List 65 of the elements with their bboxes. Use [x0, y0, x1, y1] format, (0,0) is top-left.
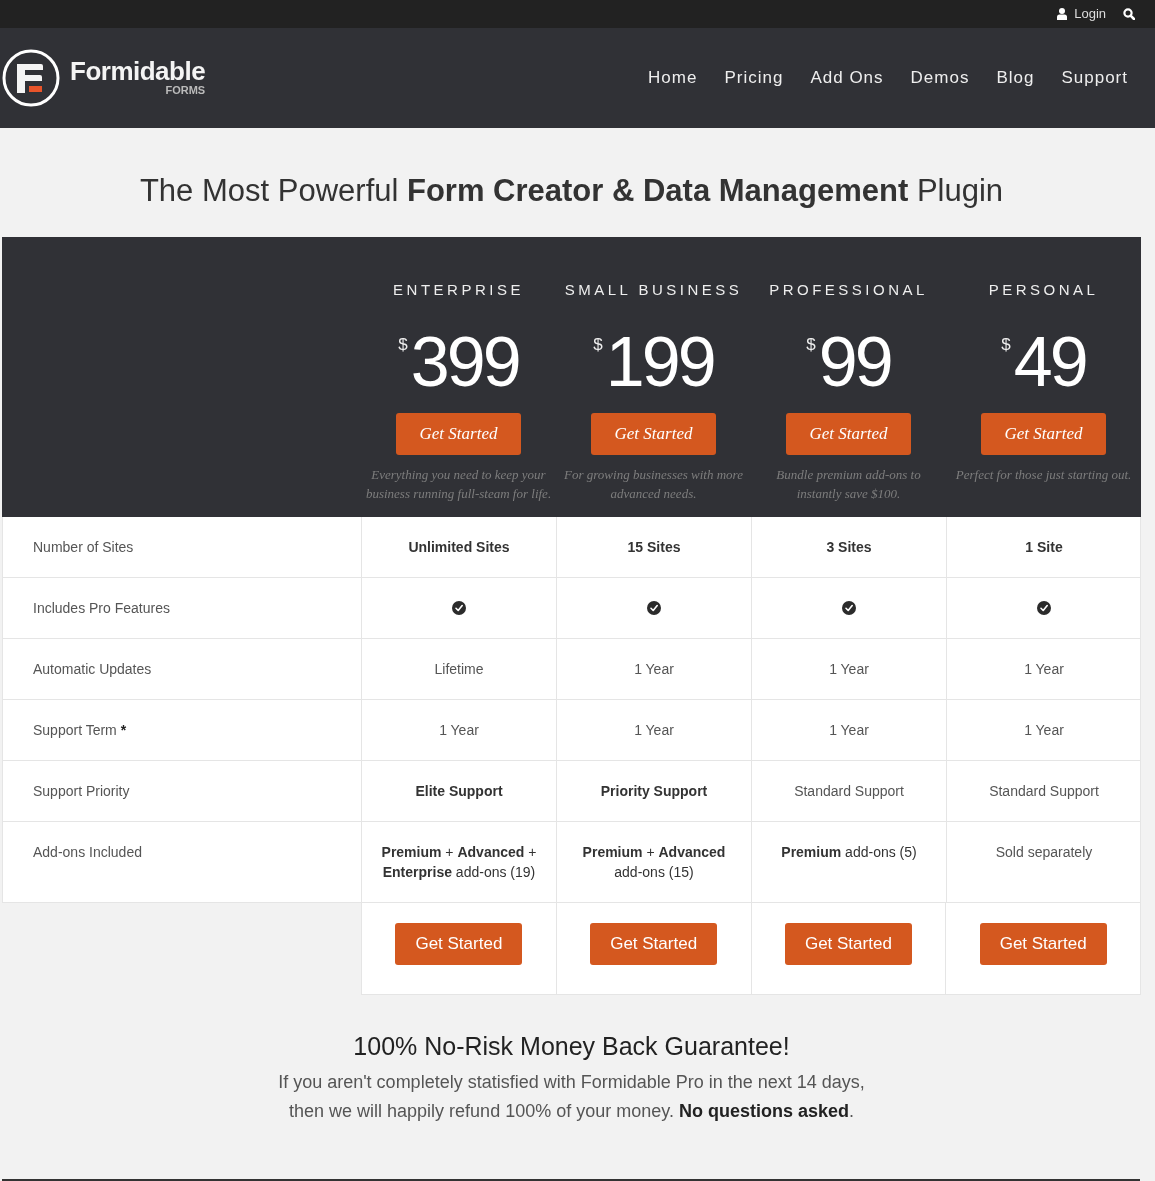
feature-value: 1 Year [1024, 660, 1064, 679]
feature-label: Automatic Updates [33, 660, 152, 679]
nav-link[interactable]: Pricing [724, 67, 784, 89]
currency-symbol: $ [593, 335, 603, 355]
feature-label: Number of Sites [33, 538, 134, 557]
feature-value: 15 Sites [627, 538, 681, 557]
nav-link[interactable]: Blog [996, 67, 1035, 89]
feature-value: Premium + Advanced add-ons (15) [581, 843, 727, 882]
guarantee-title: 100% No-Risk Money Back Guarantee! [352, 1031, 791, 1062]
feature-value: 1 Year [634, 660, 674, 679]
plan-name: ENTERPRISE [393, 280, 524, 300]
nav-link[interactable]: Home [648, 67, 698, 89]
plan-description: Everything you need to keep your business running full-steam for life. [364, 466, 553, 503]
page-headline: The Most Powerful Form Creator & Data Management Plugin [138, 173, 1005, 209]
get-started-button[interactable]: Get Started [786, 413, 911, 455]
feature-value: 1 Year [439, 721, 479, 740]
price-amount: 99 [818, 327, 891, 397]
feature-value: 1 Year [634, 721, 674, 740]
feature-label: Support Priority [33, 782, 130, 801]
feature-value: Standard Support [989, 782, 1099, 801]
plan-description: For growing businesses with more advanced needs. [563, 466, 744, 503]
currency-symbol: $ [398, 335, 408, 355]
logo-icon[interactable] [2, 49, 60, 107]
user-icon [1057, 8, 1068, 20]
price-amount: 49 [1013, 327, 1086, 397]
get-started-button[interactable]: Get Started [396, 413, 521, 455]
feature-value: Sold separately [995, 843, 1093, 862]
feature-value: Standard Support [794, 782, 904, 801]
guarantee-text: If you aren't completely statisfied with Formidable Pro in the next 14 days, then we will happily refund 100% of your money. No questions asked. [277, 1071, 866, 1123]
currency-symbol: $ [1001, 335, 1011, 355]
price-amount: 199 [605, 327, 714, 397]
brand-subtitle: FORMS [165, 84, 206, 96]
feature-label: Includes Pro Features [33, 599, 170, 618]
feature-value: 3 Sites [826, 538, 872, 557]
feature-value: Lifetime [434, 660, 484, 679]
feature-value: Unlimited Sites [408, 538, 510, 557]
feature-value: Priority Support [600, 782, 708, 801]
feature-value: 1 Site [1025, 538, 1063, 557]
price-amount: 399 [410, 327, 519, 397]
get-started-button[interactable]: Get Started [784, 923, 912, 965]
get-started-button[interactable]: Get Started [981, 413, 1106, 455]
feature-value: Premium + Advanced + Enterprise add-ons (19) [380, 843, 538, 882]
plan-description: Bundle premium add-ons to instantly save $100. [775, 466, 922, 503]
get-started-button[interactable]: Get Started [395, 923, 523, 965]
get-started-button[interactable]: Get Started [591, 413, 716, 455]
feature-value: Premium add-ons (5) [781, 843, 917, 862]
feature-value: 1 Year [1024, 721, 1064, 740]
plan-description: Perfect for those just starting out. [954, 466, 1133, 484]
brand-name: Formidable [70, 56, 206, 85]
plan-name: PROFESSIONAL [769, 280, 928, 300]
plan-name: SMALL BUSINESS [564, 280, 743, 300]
feature-value: Elite Support [415, 782, 503, 801]
feature-value: 1 Year [829, 660, 869, 679]
get-started-button[interactable]: Get Started [979, 923, 1107, 965]
nav-link[interactable]: Add Ons [810, 67, 884, 89]
login-link[interactable]: Login [1057, 6, 1106, 22]
feature-label: Add-ons Included [33, 843, 142, 862]
nav-link[interactable]: Support [1061, 67, 1128, 89]
get-started-button[interactable]: Get Started [590, 923, 718, 965]
nav-link[interactable]: Demos [910, 67, 970, 89]
search-icon[interactable] [1123, 8, 1135, 20]
plan-name: PERSONAL [988, 280, 1099, 300]
feature-label: Support Term * [33, 721, 127, 740]
feature-value: 1 Year [829, 721, 869, 740]
currency-symbol: $ [806, 335, 816, 355]
